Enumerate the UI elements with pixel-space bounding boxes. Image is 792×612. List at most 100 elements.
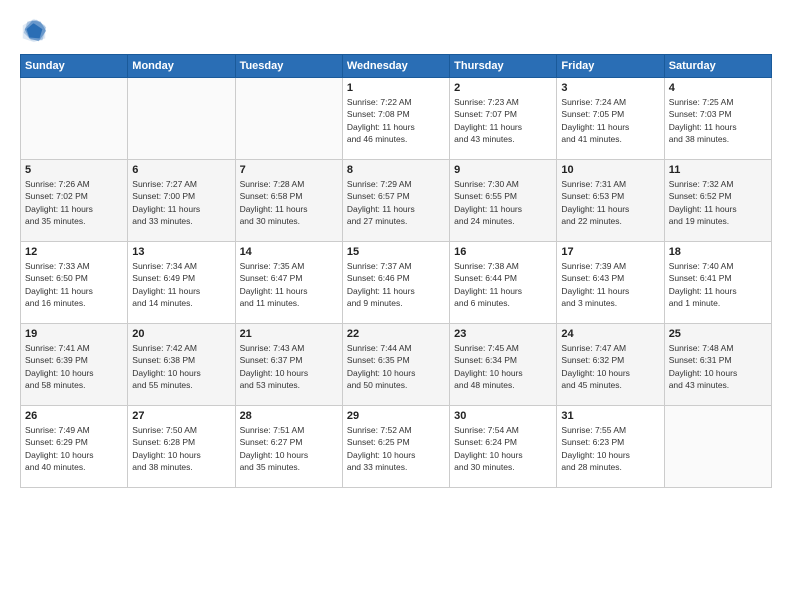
day-info: Sunrise: 7:42 AM Sunset: 6:38 PM Dayligh… — [132, 342, 230, 391]
day-info: Sunrise: 7:41 AM Sunset: 6:39 PM Dayligh… — [25, 342, 123, 391]
day-cell: 7Sunrise: 7:28 AM Sunset: 6:58 PM Daylig… — [235, 160, 342, 242]
day-info: Sunrise: 7:40 AM Sunset: 6:41 PM Dayligh… — [669, 260, 767, 309]
day-number: 26 — [25, 410, 123, 422]
day-number: 23 — [454, 328, 552, 340]
day-number: 20 — [132, 328, 230, 340]
day-info: Sunrise: 7:39 AM Sunset: 6:43 PM Dayligh… — [561, 260, 659, 309]
day-number: 9 — [454, 164, 552, 176]
day-cell: 9 Sunrise: 7:30 AM Sunset: 6:55 PM Daylig… — [450, 160, 557, 242]
day-info: Sunrise: 7:30 AM Sunset: 6:55 PM Dayligh… — [454, 178, 552, 227]
day-number: 25 — [669, 328, 767, 340]
day-cell: 23 Sunrise: 7:45 AM Sunset: 6:34 PM Dayli… — [450, 324, 557, 406]
day-info: Sunrise: 7:44 AM Sunset: 6:35 PM Dayligh… — [347, 342, 445, 391]
day-number: 30 — [454, 410, 552, 422]
day-cell: 22 Sunrise: 7:44 AM Sunset: 6:35 PM Dayli… — [342, 324, 449, 406]
day-number: 4 — [669, 82, 767, 94]
day-info: Sunrise: 7:45 AM Sunset: 6:34 PM Dayligh… — [454, 342, 552, 391]
day-number: 12 — [25, 246, 123, 258]
day-number: 29 — [347, 410, 445, 422]
logo-icon — [20, 16, 48, 44]
day-header-thursday: Thursday — [450, 55, 557, 78]
week-row-2: 5 Sunrise: 7:26 AM Sunset: 7:02 PM Daylig… — [21, 160, 772, 242]
day-info: Sunrise: 7:32 AM Sunset: 6:52 PM Dayligh… — [669, 178, 767, 227]
day-header-tuesday: Tuesday — [235, 55, 342, 78]
day-header-monday: Monday — [128, 55, 235, 78]
day-cell: 18 Sunrise: 7:40 AM Sunset: 6:41 PM Dayli… — [664, 242, 771, 324]
day-number: 5 — [25, 164, 123, 176]
day-cell: 25 Sunrise: 7:48 AM Sunset: 6:31 PM Dayli… — [664, 324, 771, 406]
week-row-3: 12 Sunrise: 7:33 AM Sunset: 6:50 PM Dayli… — [21, 242, 772, 324]
day-cell: 30 Sunrise: 7:54 AM Sunset: 6:24 PM Dayli… — [450, 406, 557, 488]
day-header-wednesday: Wednesday — [342, 55, 449, 78]
day-number: 10 — [561, 164, 659, 176]
day-cell — [21, 78, 128, 160]
week-row-5: 26 Sunrise: 7:49 AM Sunset: 6:29 PM Dayli… — [21, 406, 772, 488]
day-cell: 16 Sunrise: 7:38 AM Sunset: 6:44 PM Dayli… — [450, 242, 557, 324]
day-cell: 19Sunrise: 7:41 AM Sunset: 6:39 PM Dayli… — [21, 324, 128, 406]
day-info: Sunrise: 7:52 AM Sunset: 6:25 PM Dayligh… — [347, 424, 445, 473]
day-cell: 14 Sunrise: 7:35 AM Sunset: 6:47 PM Dayli… — [235, 242, 342, 324]
day-number: 22 — [347, 328, 445, 340]
day-cell — [128, 78, 235, 160]
day-info: Sunrise: 7:22 AM Sunset: 7:08 PM Dayligh… — [347, 96, 445, 145]
day-number: 2 — [454, 82, 552, 94]
day-info: Sunrise: 7:29 AM Sunset: 6:57 PM Dayligh… — [347, 178, 445, 227]
day-number: 14 — [240, 246, 338, 258]
day-number: 17 — [561, 246, 659, 258]
day-cell: 15 Sunrise: 7:37 AM Sunset: 6:46 PM Dayli… — [342, 242, 449, 324]
calendar-table: SundayMondayTuesdayWednesdayThursdayFrid… — [20, 54, 772, 488]
day-cell: 17 Sunrise: 7:39 AM Sunset: 6:43 PM Dayli… — [557, 242, 664, 324]
day-cell: 4 Sunrise: 7:25 AM Sunset: 7:03 PM Daylig… — [664, 78, 771, 160]
day-cell: 24Sunrise: 7:47 AM Sunset: 6:32 PM Dayli… — [557, 324, 664, 406]
day-header-sunday: Sunday — [21, 55, 128, 78]
day-info: Sunrise: 7:54 AM Sunset: 6:24 PM Dayligh… — [454, 424, 552, 473]
day-number: 15 — [347, 246, 445, 258]
day-number: 21 — [240, 328, 338, 340]
calendar-header — [20, 16, 772, 44]
day-number: 11 — [669, 164, 767, 176]
day-cell: 2 Sunrise: 7:23 AM Sunset: 7:07 PM Daylig… — [450, 78, 557, 160]
day-number: 6 — [132, 164, 230, 176]
day-info: Sunrise: 7:48 AM Sunset: 6:31 PM Dayligh… — [669, 342, 767, 391]
day-info: Sunrise: 7:25 AM Sunset: 7:03 PM Dayligh… — [669, 96, 767, 145]
day-info: Sunrise: 7:35 AM Sunset: 6:47 PM Dayligh… — [240, 260, 338, 309]
day-number: 3 — [561, 82, 659, 94]
day-info: Sunrise: 7:33 AM Sunset: 6:50 PM Dayligh… — [25, 260, 123, 309]
day-number: 18 — [669, 246, 767, 258]
day-info: Sunrise: 7:37 AM Sunset: 6:46 PM Dayligh… — [347, 260, 445, 309]
day-cell: 29 Sunrise: 7:52 AM Sunset: 6:25 PM Dayli… — [342, 406, 449, 488]
day-cell: 12 Sunrise: 7:33 AM Sunset: 6:50 PM Dayli… — [21, 242, 128, 324]
day-number: 8 — [347, 164, 445, 176]
day-info: Sunrise: 7:38 AM Sunset: 6:44 PM Dayligh… — [454, 260, 552, 309]
day-headers-row: SundayMondayTuesdayWednesdayThursdayFrid… — [21, 55, 772, 78]
day-cell: 1 Sunrise: 7:22 AM Sunset: 7:08 PM Daylig… — [342, 78, 449, 160]
day-info: Sunrise: 7:31 AM Sunset: 6:53 PM Dayligh… — [561, 178, 659, 227]
day-info: Sunrise: 7:43 AM Sunset: 6:37 PM Dayligh… — [240, 342, 338, 391]
day-info: Sunrise: 7:49 AM Sunset: 6:29 PM Dayligh… — [25, 424, 123, 473]
day-number: 16 — [454, 246, 552, 258]
day-cell: 6Sunrise: 7:27 AM Sunset: 7:00 PM Daylig… — [128, 160, 235, 242]
day-cell: 11 Sunrise: 7:32 AM Sunset: 6:52 PM Dayli… — [664, 160, 771, 242]
day-cell: 28Sunrise: 7:51 AM Sunset: 6:27 PM Dayli… — [235, 406, 342, 488]
day-number: 31 — [561, 410, 659, 422]
day-info: Sunrise: 7:55 AM Sunset: 6:23 PM Dayligh… — [561, 424, 659, 473]
day-cell: 13Sunrise: 7:34 AM Sunset: 6:49 PM Dayli… — [128, 242, 235, 324]
day-number: 13 — [132, 246, 230, 258]
day-cell: 31 Sunrise: 7:55 AM Sunset: 6:23 PM Dayli… — [557, 406, 664, 488]
day-cell: 8 Sunrise: 7:29 AM Sunset: 6:57 PM Daylig… — [342, 160, 449, 242]
day-cell: 27 Sunrise: 7:50 AM Sunset: 6:28 PM Dayli… — [128, 406, 235, 488]
calendar-container: SundayMondayTuesdayWednesdayThursdayFrid… — [0, 0, 792, 612]
day-info: Sunrise: 7:50 AM Sunset: 6:28 PM Dayligh… — [132, 424, 230, 473]
day-info: Sunrise: 7:47 AM Sunset: 6:32 PM Dayligh… — [561, 342, 659, 391]
day-cell: 20 Sunrise: 7:42 AM Sunset: 6:38 PM Dayli… — [128, 324, 235, 406]
day-cell: 10 Sunrise: 7:31 AM Sunset: 6:53 PM Dayli… — [557, 160, 664, 242]
day-info: Sunrise: 7:23 AM Sunset: 7:07 PM Dayligh… — [454, 96, 552, 145]
day-number: 1 — [347, 82, 445, 94]
week-row-1: 1 Sunrise: 7:22 AM Sunset: 7:08 PM Daylig… — [21, 78, 772, 160]
day-info: Sunrise: 7:26 AM Sunset: 7:02 PM Dayligh… — [25, 178, 123, 227]
calendar-body: 1 Sunrise: 7:22 AM Sunset: 7:08 PM Daylig… — [21, 78, 772, 488]
day-number: 7 — [240, 164, 338, 176]
day-number: 27 — [132, 410, 230, 422]
day-cell — [235, 78, 342, 160]
day-header-saturday: Saturday — [664, 55, 771, 78]
